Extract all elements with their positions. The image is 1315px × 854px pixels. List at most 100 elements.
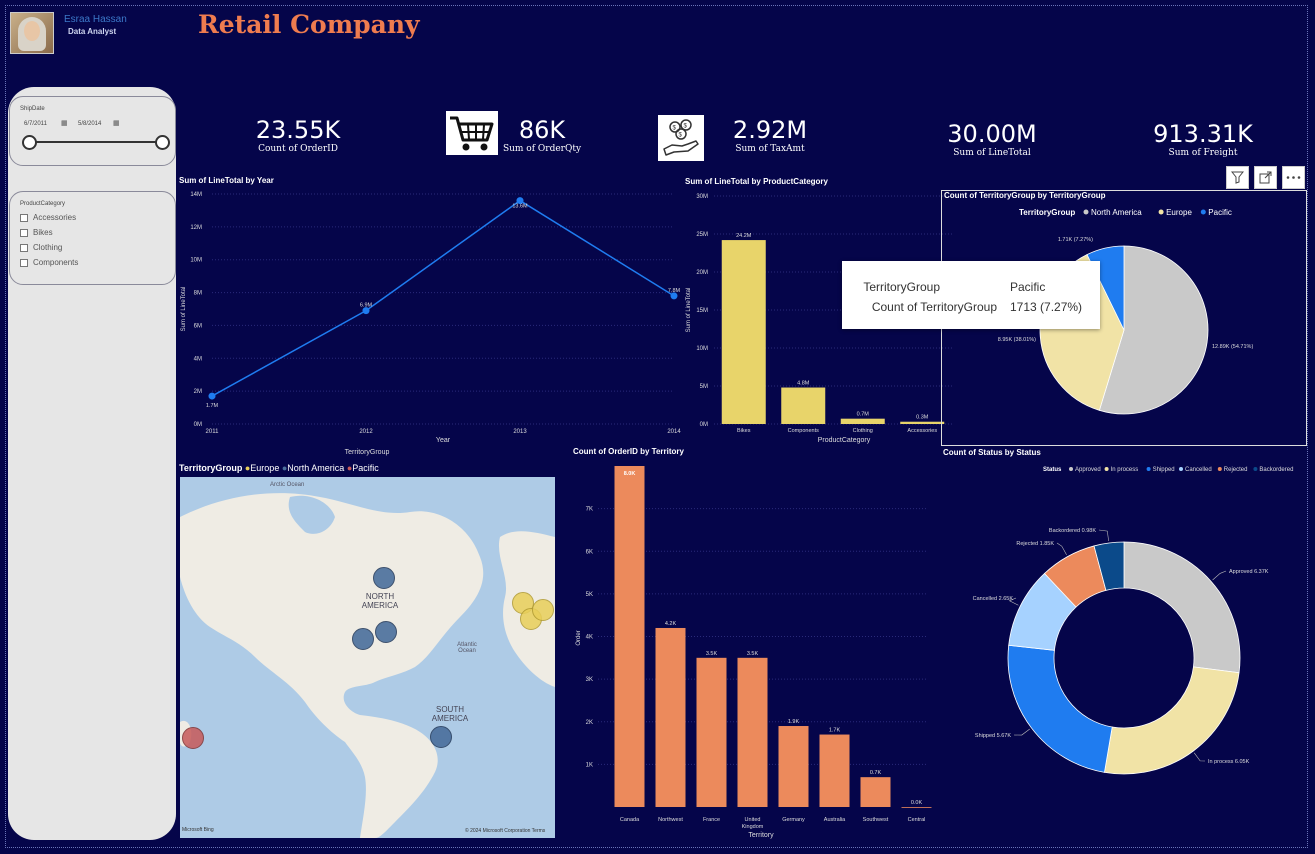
- user-role: Data Analyst: [68, 27, 117, 36]
- map-bubble[interactable]: [532, 599, 554, 621]
- x-tick-label: 2012: [359, 429, 373, 435]
- data-label: 3.5K: [747, 651, 759, 657]
- map-bubble[interactable]: [430, 726, 452, 748]
- bar: [860, 777, 891, 807]
- y-tick-label: 25M: [696, 232, 708, 238]
- y-tick-label: 4K: [586, 635, 593, 641]
- territory-map[interactable]: Arctic Ocean NORTH AMERICA SOUTH AMERICA…: [180, 477, 555, 838]
- legend-marker: [1069, 467, 1073, 471]
- data-label: 13.6M: [512, 204, 528, 210]
- y-tick-label: 7K: [586, 507, 593, 513]
- start-date-input[interactable]: 6/7/2011: [24, 121, 47, 127]
- kpi-sum-orderqty[interactable]: 86K Sum of OrderQty: [500, 116, 584, 154]
- shipdate-slicer[interactable]: ShipDate 6/7/2011 ▦ 5/8/2014 ▦: [9, 96, 176, 166]
- category-option[interactable]: Components: [20, 258, 78, 267]
- leader-line: [1193, 752, 1206, 762]
- territory-bar-chart[interactable]: 1K 2K 3K 4K 5K 6K 7K 8.0K Canada 4.2K Northwest 3.5…: [568, 458, 933, 843]
- focus-mode-icon[interactable]: [1254, 166, 1277, 189]
- y-tick-label: 2M: [194, 389, 202, 395]
- x-tick-label: 2013: [513, 429, 527, 435]
- legend-label: In process: [1111, 467, 1139, 473]
- calendar-icon[interactable]: ▦: [113, 119, 120, 127]
- legend-title: TerritoryGroup: [345, 449, 390, 456]
- tooltip-key: TerritoryGroup: [863, 280, 940, 294]
- x-axis-title: Year: [436, 437, 451, 444]
- category-option[interactable]: Clothing: [20, 243, 78, 252]
- data-label: Shipped 5.67K: [975, 733, 1011, 739]
- legend-title: TerritoryGroup: [1019, 208, 1075, 217]
- calendar-icon[interactable]: ▦: [61, 119, 68, 127]
- y-tick-label: 2K: [586, 720, 593, 726]
- category-option[interactable]: Accessories: [20, 213, 78, 222]
- end-date-input[interactable]: 5/8/2014: [78, 121, 101, 127]
- money-hand-icon: $ $ $: [658, 115, 704, 161]
- y-tick-label: 14M: [190, 192, 202, 198]
- checkbox[interactable]: [20, 213, 28, 222]
- map-bubble[interactable]: [182, 727, 204, 749]
- status-donut-chart[interactable]: Status Approved In process Shipped Cancelled…: [940, 458, 1306, 838]
- page-title: Retail Company: [198, 10, 420, 39]
- y-tick-label: 5M: [700, 384, 708, 390]
- y-tick-label: 10M: [696, 346, 708, 352]
- territory-chart-title: Count of OrderID by Territory: [573, 447, 684, 456]
- y-tick-label: 5K: [586, 592, 593, 598]
- tooltip-value: 1713 (7.27%): [1010, 300, 1083, 314]
- more-options-icon[interactable]: [1282, 166, 1305, 189]
- data-label: 4.2K: [665, 621, 677, 627]
- map-label: Arctic Ocean: [270, 482, 305, 488]
- range-end-handle[interactable]: [155, 135, 170, 150]
- data-label: 24.2M: [736, 233, 752, 239]
- y-tick-label: 6K: [586, 549, 593, 555]
- kpi-sum-linetotal[interactable]: 30.00M Sum of LineTotal: [930, 120, 1054, 158]
- y-tick-label: 0M: [700, 422, 708, 428]
- map-legend: TerritoryGroup ●Europe ●North America ●P…: [179, 463, 379, 473]
- checkbox[interactable]: [20, 258, 28, 267]
- donut-slice: [1123, 541, 1241, 674]
- status-chart-title: Count of Status by Status: [943, 448, 1041, 457]
- category-option[interactable]: Bikes: [20, 228, 78, 237]
- bar: [840, 418, 885, 424]
- data-point: [208, 392, 216, 400]
- donut-slice: [1007, 644, 1113, 773]
- data-label: 1.9K: [788, 719, 800, 725]
- kpi-count-orderid[interactable]: 23.55K Count of OrderID: [240, 116, 356, 154]
- line-chart[interactable]: 0M 2M 4M 6M 8M 10M 12M 14M 1.7M 2011 6.9M 2012 13.6M…: [176, 186, 686, 460]
- x-tick-label: United: [745, 817, 761, 823]
- bar: [819, 734, 850, 807]
- bar: [655, 627, 686, 807]
- bar: [778, 726, 809, 807]
- legend-label: North America: [1091, 208, 1142, 217]
- data-label: Approved 6.37K: [1229, 569, 1269, 575]
- bar: [900, 421, 945, 424]
- x-tick-label: Kingdom: [742, 824, 764, 830]
- line-chart-title: Sum of LineTotal by Year: [179, 176, 274, 185]
- map-bubble[interactable]: [352, 628, 374, 650]
- legend-marker: [1200, 209, 1206, 215]
- data-label: 8.0K: [624, 471, 636, 477]
- map-label: SOUTH AMERICA: [431, 705, 469, 723]
- legend-marker: [1104, 467, 1109, 471]
- map-attribution: © 2024 Microsoft Corporation Terms: [465, 828, 546, 834]
- x-tick-label: France: [703, 817, 720, 823]
- kpi-sum-taxamt[interactable]: 2.92M Sum of TaxAmt: [718, 116, 822, 154]
- checkbox[interactable]: [20, 228, 28, 237]
- map-bubble[interactable]: [373, 567, 395, 589]
- x-tick-label: Bikes: [737, 428, 751, 434]
- data-label: 0.0K: [911, 800, 923, 806]
- range-start-handle[interactable]: [22, 135, 37, 150]
- data-label: 0.3M: [916, 415, 929, 421]
- leader-line: [1056, 542, 1067, 556]
- legend-marker: [1083, 209, 1089, 215]
- filter-icon[interactable]: [1226, 166, 1249, 189]
- y-tick-label: 0M: [194, 422, 202, 428]
- bar: [614, 466, 645, 807]
- kpi-sum-freight[interactable]: 913.31K Sum of Freight: [1140, 120, 1266, 158]
- y-tick-label: 8M: [194, 291, 202, 297]
- legend-marker: [1158, 209, 1164, 215]
- map-bubble[interactable]: [375, 621, 397, 643]
- svg-text:$: $: [679, 133, 683, 139]
- tooltip-value: Pacific: [1010, 280, 1046, 294]
- checkbox[interactable]: [20, 243, 28, 252]
- y-tick-label: 12M: [190, 225, 202, 231]
- shipdate-label: ShipDate: [20, 106, 45, 112]
